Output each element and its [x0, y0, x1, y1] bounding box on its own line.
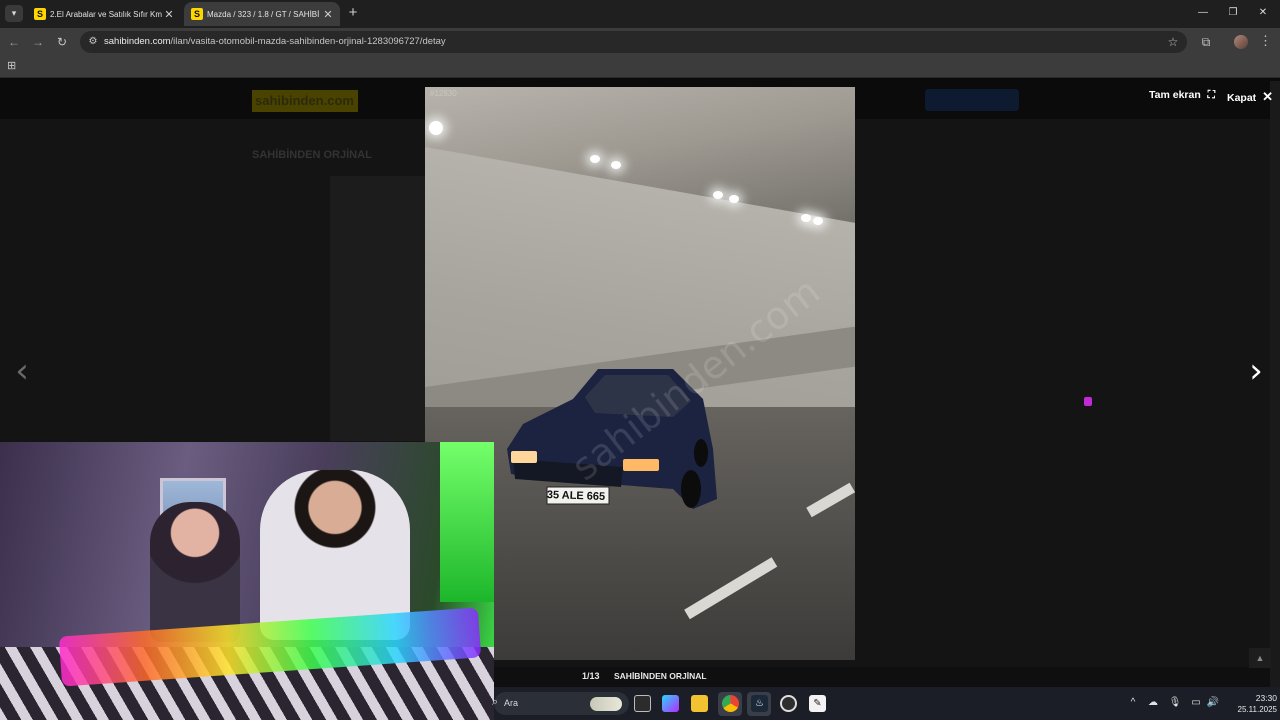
search-highlight-icon	[590, 697, 622, 711]
taskbar-clock-time[interactable]: 23:30	[1247, 693, 1277, 703]
site-info-icon[interactable]: ⚙	[87, 36, 99, 48]
back-arrow-icon[interactable]: ←	[6, 34, 22, 50]
previous-photo-arrow-icon[interactable]: ‹	[10, 350, 34, 392]
webcam-person-left	[150, 502, 240, 642]
volume-icon[interactable]: 🔊	[1206, 696, 1220, 710]
site-logo[interactable]: sahibinden.com	[252, 90, 358, 112]
tab-mazda-listing[interactable]: S Mazda / 323 / 1.8 / GT / SAHİBİ ✕	[184, 2, 340, 26]
ceiling-lamp	[429, 121, 443, 135]
search-placeholder: Ara	[504, 698, 519, 708]
browser-menu-icon[interactable]: ⋮	[1259, 33, 1272, 49]
license-plate: 35 ALE 665	[546, 488, 606, 504]
page-scrollbar[interactable]	[1270, 81, 1280, 687]
onedrive-cloud-icon[interactable]: ☁	[1146, 696, 1160, 710]
address-bar[interactable]: ⚙ sahibinden.com/ilan/vasita-otomobil-ma…	[80, 31, 1187, 53]
tab-close-icon[interactable]: ✕	[162, 8, 176, 21]
webcam-overlay	[0, 442, 494, 720]
fullscreen-button[interactable]: Tam ekran ⛶	[1149, 89, 1215, 102]
steam-icon[interactable]: ♨	[751, 695, 768, 712]
taskbar-clock-date[interactable]: 25.11.2025	[1225, 705, 1277, 714]
ceiling-lamp	[813, 217, 823, 225]
tab-search-button[interactable]: ▾	[5, 5, 23, 22]
post-ad-button[interactable]	[925, 89, 1019, 111]
scroll-to-top-icon[interactable]: ▲	[1249, 648, 1271, 668]
tab-strip: ▾ S 2.El Arabalar ve Satılık Sıfır Km ✕ …	[0, 0, 1280, 28]
photo-counter: 1/13	[582, 671, 600, 681]
reload-icon[interactable]: ↻	[54, 34, 70, 50]
lightbox-caption-bar: 1/13 SAHİBİNDEN ORJİNAL	[494, 667, 1270, 687]
sahibinden-favicon-icon: S	[191, 8, 203, 20]
search-icon: ⌕	[492, 696, 499, 708]
listing-heading: SAHİBİNDEN ORJİNAL	[252, 149, 372, 161]
fullscreen-icon: ⛶	[1207, 89, 1216, 101]
photo-caption: SAHİBİNDEN ORJİNAL	[614, 671, 707, 681]
ceiling-lamp	[729, 195, 739, 203]
profile-avatar[interactable]	[1234, 35, 1248, 49]
close-lightbox-button[interactable]: Kapat ✕	[1227, 89, 1273, 105]
ceiling-lamp	[713, 191, 723, 199]
obs-icon[interactable]	[780, 695, 797, 712]
bookmark-star-icon[interactable]: ☆	[1166, 35, 1180, 49]
file-explorer-icon[interactable]	[691, 695, 708, 712]
photo-id: #12830	[430, 89, 457, 98]
taskbar-search-box[interactable]: ⌕ Ara	[492, 692, 629, 715]
restore-icon[interactable]: ❐	[1224, 5, 1242, 21]
network-icon[interactable]: ▭	[1189, 696, 1203, 710]
webcam-green-light	[440, 442, 494, 602]
mouse-cursor	[1084, 397, 1092, 406]
listing-photo-dimmed	[330, 176, 425, 441]
window-close-icon[interactable]: ✕	[1254, 5, 1272, 21]
tray-overflow-chevron-icon[interactable]: ^	[1126, 696, 1140, 710]
ceiling-lamp	[801, 214, 811, 222]
ceiling-lamp	[611, 161, 621, 169]
tab-title: Mazda / 323 / 1.8 / GT / SAHİBİ	[207, 9, 320, 19]
sahibinden-favicon-icon: S	[34, 8, 46, 20]
tab-close-icon[interactable]: ✕	[321, 8, 335, 21]
bookmarks-bar: ⊞	[0, 56, 1280, 78]
apps-grid-icon[interactable]: ⊞	[7, 60, 19, 72]
tab-ilanlar[interactable]: S 2.El Arabalar ve Satılık Sıfır Km ✕	[27, 2, 181, 26]
windows-taskbar: ⌕ Ara ♨ ✎ ^ ☁ 🎙 ▭ 🔊 23:30 25.11.2025	[492, 687, 1280, 720]
close-icon: ✕	[1262, 89, 1274, 104]
ceiling-lamp	[590, 155, 600, 163]
extensions-puzzle-icon[interactable]: ⧉	[1198, 34, 1214, 50]
microphone-icon[interactable]: 🎙	[1168, 696, 1182, 710]
browser-toolbar: ← → ↻ ⚙ sahibinden.com/ilan/vasita-otomo…	[0, 28, 1280, 56]
task-view-icon[interactable]	[634, 695, 651, 712]
notepad-icon[interactable]: ✎	[809, 695, 826, 712]
tab-title: 2.El Arabalar ve Satılık Sıfır Km	[50, 9, 162, 19]
copilot-icon[interactable]	[662, 695, 679, 712]
minimize-icon[interactable]: —	[1194, 5, 1212, 21]
fullscreen-label: Tam ekran	[1149, 89, 1201, 101]
chrome-icon[interactable]	[722, 695, 739, 712]
forward-arrow-icon[interactable]: →	[30, 34, 46, 50]
next-photo-arrow-icon[interactable]: ›	[1244, 350, 1268, 392]
new-tab-plus-icon[interactable]: +	[345, 5, 361, 21]
url-text[interactable]: sahibinden.com/ilan/vasita-otomobil-mazd…	[104, 36, 446, 47]
close-label: Kapat	[1227, 92, 1257, 104]
